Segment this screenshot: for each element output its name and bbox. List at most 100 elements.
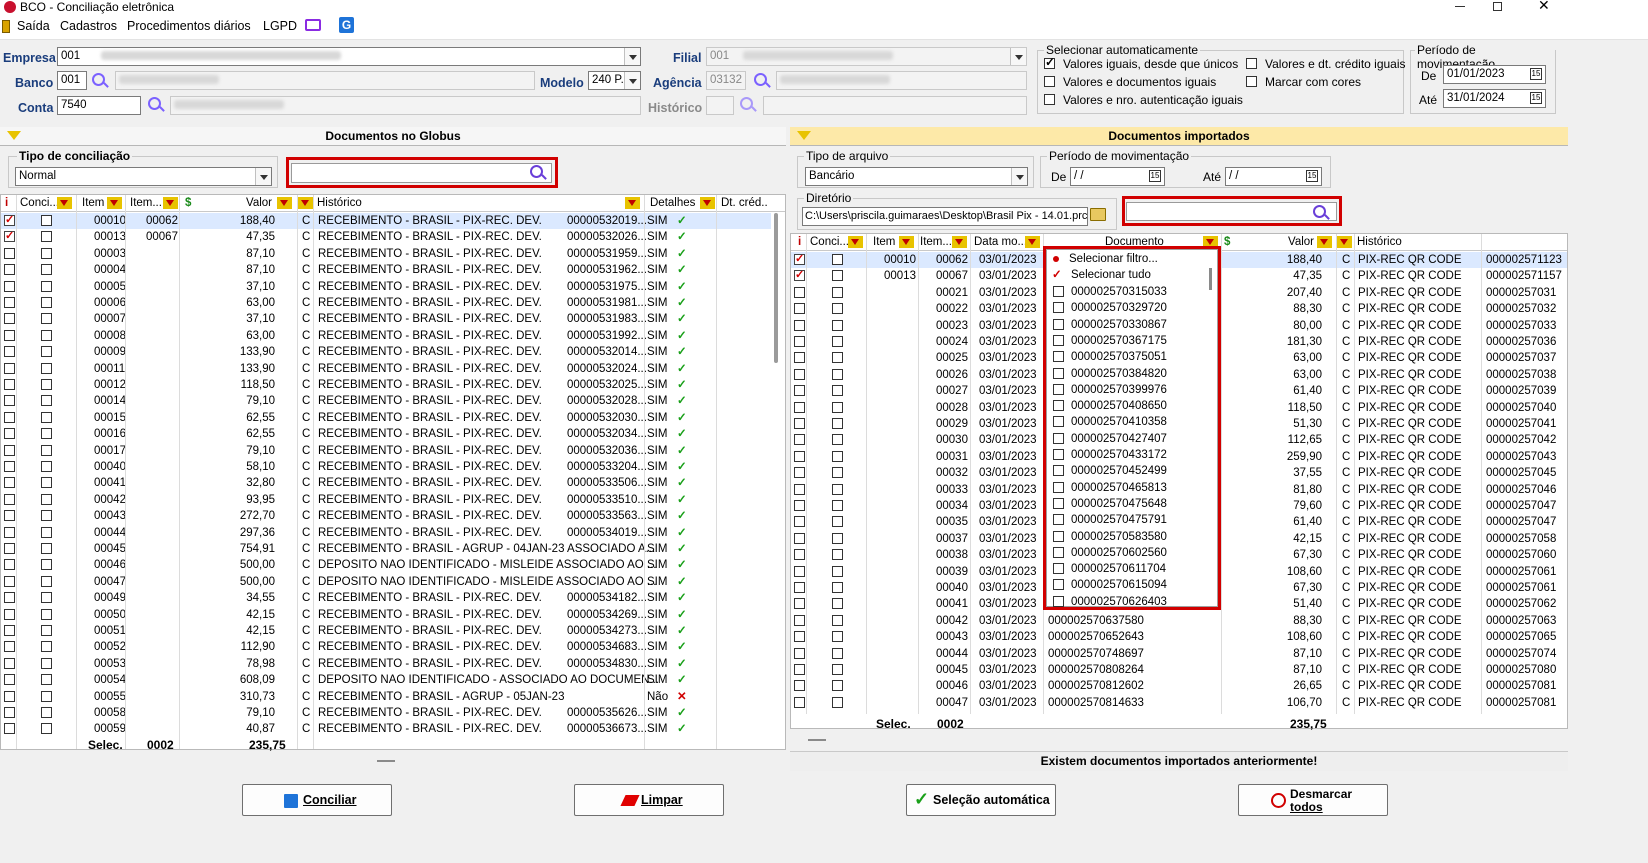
filter-icon[interactable] <box>899 236 914 248</box>
row-conci-checkbox[interactable] <box>41 592 52 604</box>
row-select-checkbox[interactable] <box>794 680 805 692</box>
col-valor[interactable]: Valor <box>1288 236 1314 248</box>
table-row[interactable]: 00011 133,90 C RECEBIMENTO - BRASIL - PIX-R… <box>1 361 771 377</box>
row-conci-checkbox[interactable] <box>832 270 843 282</box>
row-conci-checkbox[interactable] <box>832 286 843 298</box>
row-select-checkbox[interactable] <box>794 614 805 626</box>
table-row[interactable]: 00045 754,91 C RECEBIMENTO - BRASIL - AGRUP… <box>1 541 771 557</box>
row-select-checkbox[interactable] <box>794 467 805 479</box>
row-conci-checkbox[interactable] <box>41 215 52 226</box>
left-search-icon[interactable] <box>530 165 543 178</box>
right-search-input[interactable] <box>1126 202 1337 221</box>
row-select-checkbox[interactable] <box>4 264 15 276</box>
row-conci-checkbox[interactable] <box>41 625 52 636</box>
row-select-checkbox[interactable] <box>794 267 805 283</box>
row-conci-checkbox[interactable] <box>41 428 52 440</box>
row-select-checkbox[interactable] <box>794 450 805 462</box>
table-row[interactable]: 00014 79,10 C RECEBIMENTO - BRASIL - PIX-RE… <box>1 393 771 409</box>
row-select-checkbox[interactable] <box>794 549 805 561</box>
menu-procedimentos[interactable]: Procedimentos diários <box>127 19 251 33</box>
row-select-checkbox[interactable] <box>794 532 805 544</box>
row-conci-checkbox[interactable] <box>41 362 52 374</box>
row-conci-checkbox[interactable] <box>832 418 843 429</box>
row-select-checkbox[interactable] <box>4 641 15 653</box>
row-select-checkbox[interactable] <box>4 362 15 374</box>
row-select-checkbox[interactable] <box>794 664 805 675</box>
row-conci-checkbox[interactable] <box>41 313 52 325</box>
table-row[interactable]: 00052 112,90 C RECEBIMENTO - BRASIL - PIX-R… <box>1 639 771 655</box>
conta-search-icon[interactable] <box>148 97 161 110</box>
row-conci-checkbox[interactable] <box>41 379 52 390</box>
row-select-checkbox[interactable] <box>4 461 15 472</box>
chevron-down-icon[interactable] <box>624 72 640 89</box>
calendar-icon[interactable]: 15 <box>1306 170 1318 182</box>
filter-icon[interactable] <box>1337 236 1352 248</box>
row-conci-checkbox[interactable] <box>41 526 52 538</box>
row-conci-checkbox[interactable] <box>41 493 52 505</box>
table-row[interactable]: 00046 500,00 C DEPOSITO NAO IDENTIFICADO - … <box>1 557 771 573</box>
banco-code-field[interactable]: 001 <box>57 71 87 90</box>
col-dtcred[interactable]: Dt. créd.. <box>721 197 768 209</box>
table-row[interactable]: 00042 03/01/2023 000002570637580 88,30 C PIX-… <box>791 613 1567 629</box>
row-conci-checkbox[interactable] <box>41 411 52 423</box>
empresa-combo[interactable]: 001 <box>57 47 641 66</box>
diretorio-field[interactable]: C:\Users\priscila.guimaraes\Desktop\Bras… <box>802 207 1088 226</box>
filter-icon[interactable] <box>277 197 292 209</box>
row-select-checkbox[interactable] <box>4 608 15 620</box>
row-conci-checkbox[interactable] <box>832 303 843 315</box>
selecao-automatica-button[interactable]: ✓ Seleção automática <box>906 784 1056 816</box>
modelo-combo[interactable]: 240 P. <box>588 71 641 90</box>
table-row[interactable]: 00055 310,73 C RECEBIMENTO - BRASIL - AGRUP… <box>1 689 771 705</box>
row-conci-checkbox[interactable] <box>832 664 843 675</box>
right-ate-field[interactable]: / / 15 <box>1225 167 1322 186</box>
filter-icon[interactable] <box>1025 236 1040 248</box>
table-row[interactable]: 00050 42,15 C RECEBIMENTO - BRASIL - PIX-RE… <box>1 607 771 623</box>
table-row[interactable]: 00005 37,10 C RECEBIMENTO - BRASIL - PIX-RE… <box>1 279 771 295</box>
row-select-checkbox[interactable] <box>4 444 15 456</box>
filter-icon[interactable] <box>57 197 72 209</box>
row-conci-checkbox[interactable] <box>41 575 52 587</box>
row-select-checkbox[interactable] <box>794 565 805 577</box>
agencia-search-icon[interactable] <box>754 73 767 86</box>
row-select-checkbox[interactable] <box>4 346 15 358</box>
table-row[interactable]: 00040 58,10 C RECEBIMENTO - BRASIL - PIX-RE… <box>1 459 771 475</box>
filter-icon[interactable] <box>952 236 967 248</box>
table-row[interactable]: 00017 79,10 C RECEBIMENTO - BRASIL - PIX-RE… <box>1 443 771 459</box>
row-select-checkbox[interactable] <box>794 598 805 610</box>
desmarcar-todos-button[interactable]: Desmarcar todos <box>1238 784 1388 816</box>
row-select-checkbox[interactable] <box>4 297 15 308</box>
g-app-icon[interactable]: G <box>339 17 354 33</box>
row-conci-checkbox[interactable] <box>832 483 843 495</box>
filter-icon[interactable] <box>700 197 715 209</box>
col-item[interactable]: Item <box>82 197 104 209</box>
close-icon[interactable]: ✕ <box>1538 0 1550 12</box>
row-select-checkbox[interactable] <box>4 228 15 244</box>
row-conci-checkbox[interactable] <box>41 559 52 571</box>
conciliar-button[interactable]: Conciliar <box>242 784 392 816</box>
row-select-checkbox[interactable] <box>794 500 805 511</box>
table-row[interactable]: 00008 63,00 C RECEBIMENTO - BRASIL - PIX-RE… <box>1 328 771 344</box>
row-select-checkbox[interactable] <box>4 493 15 505</box>
right-de-field[interactable]: / / 15 <box>1070 167 1165 186</box>
tipo-arquivo-combo[interactable]: Bancário <box>805 167 1028 186</box>
row-conci-checkbox[interactable] <box>41 264 52 276</box>
menu-cadastros[interactable]: Cadastros <box>60 19 117 33</box>
row-select-checkbox[interactable] <box>4 510 15 522</box>
row-conci-checkbox[interactable] <box>832 647 843 659</box>
row-select-checkbox[interactable] <box>794 319 805 331</box>
table-row[interactable]: 00010 00062 188,40 C RECEBIMENTO - BRASIL - … <box>1 212 771 230</box>
table-row[interactable]: 00046 03/01/2023 000002570812602 26,65 C PIX-… <box>791 678 1567 694</box>
col-historico[interactable]: Histórico <box>1357 236 1402 248</box>
periodo-ate-field[interactable]: 31/01/2024 15 <box>1443 89 1546 108</box>
row-conci-checkbox[interactable] <box>832 319 843 331</box>
chevron-down-icon[interactable] <box>255 168 271 185</box>
col-historico[interactable]: Histórico <box>317 197 362 209</box>
restore-icon[interactable] <box>1493 2 1502 11</box>
row-select-checkbox[interactable] <box>4 212 15 228</box>
row-select-checkbox[interactable] <box>794 418 805 429</box>
table-row[interactable]: 00004 87,10 C RECEBIMENTO - BRASIL - PIX-RE… <box>1 262 771 278</box>
col-conci[interactable]: Conci... <box>810 236 849 248</box>
row-select-checkbox[interactable] <box>794 647 805 659</box>
row-select-checkbox[interactable] <box>4 526 15 538</box>
row-select-checkbox[interactable] <box>794 516 805 528</box>
